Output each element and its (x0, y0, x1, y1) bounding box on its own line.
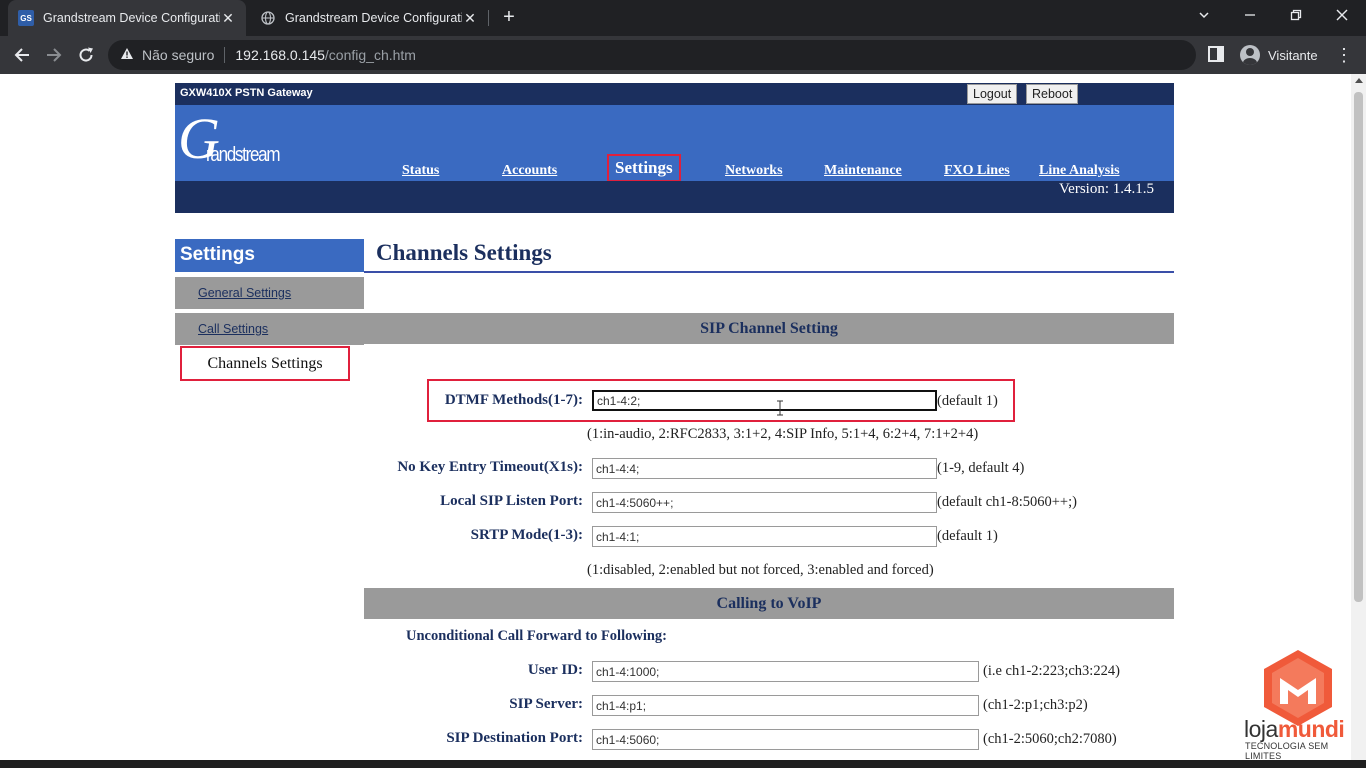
reload-icon[interactable] (74, 43, 98, 67)
lojamundi-tagline: TECNOLOGIA SEM LIMITES (1245, 741, 1329, 760)
brand-part-1: loja (1244, 716, 1278, 742)
sip-server-label: SIP Server: (509, 696, 583, 712)
browser-toolbar: Não seguro 192.168.0.145/config_ch.htm V… (0, 36, 1366, 74)
minimize-icon[interactable] (1236, 4, 1264, 28)
brand-part-2: mundi (1277, 716, 1345, 742)
grandstream-logo: G randstream (178, 107, 281, 175)
close-window-icon[interactable] (1328, 4, 1356, 28)
user-id-label: User ID: (527, 662, 583, 678)
no-key-timeout-hint: (1-9, default 4) (937, 460, 1025, 476)
user-id-input[interactable] (592, 661, 979, 682)
nav-settings[interactable]: Settings (607, 154, 681, 182)
logout-button[interactable]: Logout (967, 84, 1018, 104)
browser-tab[interactable]: Grandstream Device Configuration ✕ (250, 0, 488, 36)
nav-fxo-lines[interactable]: FXO Lines (944, 163, 1010, 179)
avatar-icon (1240, 45, 1260, 65)
forward-arrow-icon[interactable] (42, 43, 66, 67)
srtp-mode-input[interactable] (592, 526, 937, 547)
scroll-up-icon[interactable] (1355, 78, 1363, 83)
browser-tabstrip: GS Grandstream Device Configuration ✕ Gr… (0, 0, 1366, 36)
tab-title: Grandstream Device Configuration (43, 11, 220, 25)
section-header-calling-to-voip: Calling to VoIP (364, 588, 1174, 619)
gateway-top-bar: GXW410X PSTN Gateway Logout Reboot (175, 83, 1174, 105)
nav-networks[interactable]: Networks (725, 163, 783, 179)
kebab-menu-icon[interactable]: ⋮ (1334, 44, 1354, 66)
local-sip-port-hint: (default ch1-8:5060++;) (937, 494, 1077, 510)
reboot-button[interactable]: Reboot (1026, 84, 1079, 104)
sidebar-title: Settings (175, 239, 364, 272)
restore-icon[interactable] (1282, 4, 1310, 28)
product-name: GXW410X PSTN Gateway (180, 87, 313, 99)
text-cursor-icon (777, 400, 783, 416)
dtmf-help-text: (1:in-audio, 2:RFC2833, 3:1+2, 4:SIP Inf… (587, 426, 979, 442)
side-panel-icon[interactable] (1208, 46, 1226, 64)
nav-status[interactable]: Status (402, 163, 439, 179)
tab-search-icon[interactable] (1190, 4, 1218, 28)
url-host: 192.168.0.145 (235, 47, 325, 63)
globe-icon (260, 10, 276, 26)
nav-accounts[interactable]: Accounts (502, 163, 557, 179)
tab-divider (488, 10, 489, 26)
srtp-mode-hint: (default 1) (937, 528, 998, 544)
tab-title: Grandstream Device Configuration (285, 11, 462, 25)
firmware-version: Version: 1.4.1.5 (1059, 181, 1154, 197)
user-id-hint: (i.e ch1-2:223;ch3:224) (983, 663, 1120, 679)
sidebar-item-call-settings[interactable]: Call Settings (175, 313, 364, 345)
local-sip-port-input[interactable] (592, 492, 937, 513)
version-bar: Version: 1.4.1.5 (175, 181, 1174, 213)
title-divider (364, 271, 1174, 273)
page-viewport: GXW410X PSTN Gateway Logout Reboot G ran… (0, 74, 1366, 760)
warning-triangle-icon[interactable] (120, 47, 136, 63)
sip-destination-port-hint: (ch1-2:5060;ch2:7080) (983, 731, 1117, 747)
srtp-help-text: (1:disabled, 2:enabled but not forced, 3… (587, 562, 934, 578)
scrollbar-thumb[interactable] (1354, 92, 1363, 602)
sidebar-item-channels-settings[interactable]: Channels Settings (180, 346, 350, 381)
security-status[interactable]: Não seguro (142, 47, 214, 63)
grandstream-favicon-icon: GS (18, 10, 34, 26)
address-bar[interactable]: Não seguro 192.168.0.145/config_ch.htm (108, 40, 1196, 70)
local-sip-port-label: Local SIP Listen Port: (440, 493, 583, 509)
close-tab-icon[interactable]: ✕ (462, 10, 478, 27)
back-arrow-icon[interactable] (10, 43, 34, 67)
sidebar-item-general-settings[interactable]: General Settings (175, 277, 364, 309)
sip-server-hint: (ch1-2:p1;ch3:p2) (983, 697, 1088, 713)
url-path: /config_ch.htm (324, 47, 416, 63)
logo-word: randstream (206, 144, 281, 166)
no-key-timeout-label: No Key Entry Timeout(X1s): (397, 459, 583, 475)
section-header-sip-channel: SIP Channel Setting (364, 313, 1174, 344)
profile-name: Visitante (1268, 47, 1318, 63)
taskbar-strip (0, 760, 1366, 768)
dtmf-hint: (default 1) (937, 393, 998, 409)
nav-line-analysis[interactable]: Line Analysis (1039, 163, 1120, 179)
dtmf-methods-input[interactable] (592, 390, 937, 411)
new-tab-icon[interactable]: + (498, 6, 520, 28)
lojamundi-wordmark: lojamundi (1244, 716, 1345, 743)
browser-tab-active[interactable]: GS Grandstream Device Configuration ✕ (8, 0, 246, 36)
profile-button[interactable]: Visitante (1236, 41, 1326, 69)
sip-destination-port-input[interactable] (592, 729, 979, 750)
close-tab-icon[interactable]: ✕ (220, 10, 236, 27)
main-nav-band: G randstream Status Accounts Settings Ne… (175, 105, 1174, 182)
no-key-timeout-input[interactable] (592, 458, 937, 479)
sip-server-input[interactable] (592, 695, 979, 716)
page-title: Channels Settings (376, 240, 552, 265)
srtp-mode-label: SRTP Mode(1-3): (470, 527, 583, 543)
nav-maintenance[interactable]: Maintenance (824, 163, 902, 179)
forward-heading: Unconditional Call Forward to Following: (406, 628, 668, 644)
dtmf-label: DTMF Methods(1-7): (444, 392, 583, 408)
page-scrollbar[interactable] (1351, 74, 1366, 760)
sip-destination-port-label: SIP Destination Port: (446, 730, 583, 746)
address-divider (224, 47, 226, 63)
